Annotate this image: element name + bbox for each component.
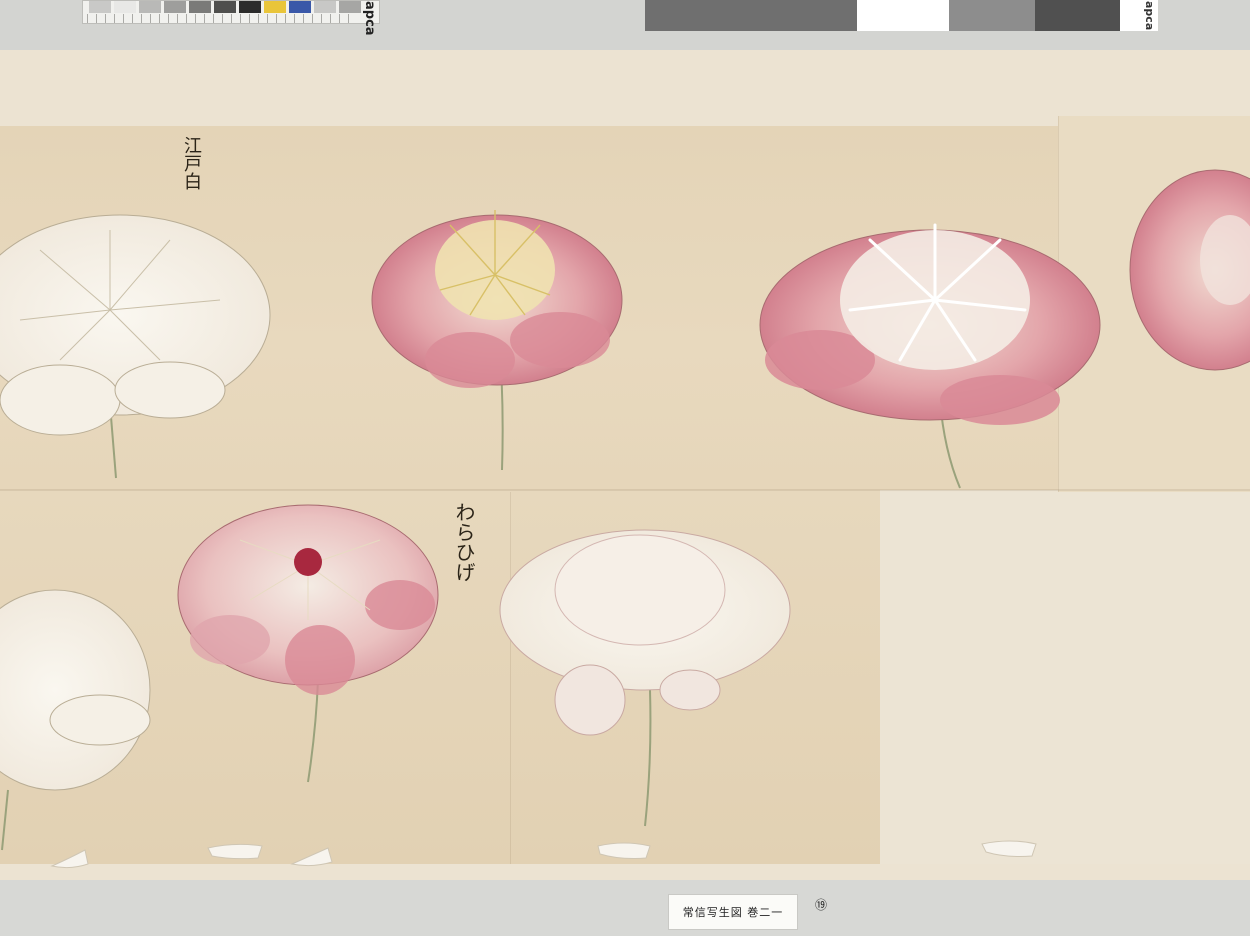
pink-peony-bottom-center <box>177 504 439 695</box>
page-number: ⑲ <box>814 898 827 912</box>
white-peony-bottom-center <box>499 529 791 736</box>
flower-name-label-bottom: わらひげ <box>452 502 476 582</box>
pink-peony-edge-right <box>1129 169 1250 371</box>
bottom-border <box>0 880 1250 936</box>
white-peony-bottom-left <box>0 589 151 791</box>
flower-stems <box>1 349 961 851</box>
white-peony-top-left <box>0 214 271 436</box>
flower-name-label-top: 江戸白 <box>181 136 202 190</box>
catalog-caption-label: 常信写生図 巻二一 <box>668 894 798 930</box>
pink-peony-top-right <box>759 223 1101 425</box>
pink-peony-top-center <box>371 210 623 388</box>
repair-patches <box>50 840 1037 869</box>
